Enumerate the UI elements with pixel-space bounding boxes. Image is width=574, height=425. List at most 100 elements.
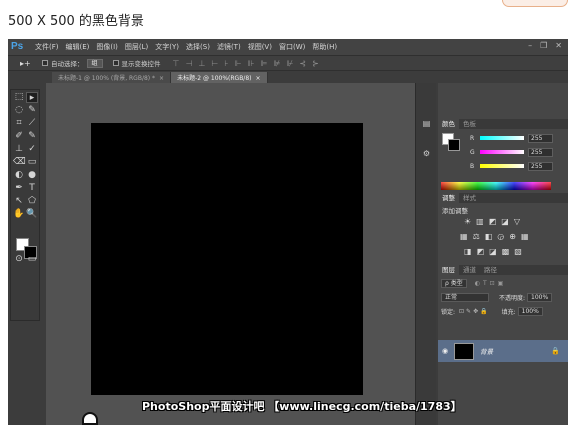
menu-file[interactable]: 文件(F) [35, 42, 59, 52]
adjustment-row1-1-icon[interactable]: ▥ [476, 217, 484, 226]
adjustment-row2-3-icon[interactable]: ◶ [497, 232, 504, 241]
filter-icons[interactable]: ◐T⊡▣ [475, 280, 507, 287]
lock-icons[interactable]: ⊡✎✥🔒 [459, 308, 490, 315]
adjustment-row3-4-icon[interactable]: ▧ [514, 247, 522, 256]
align-icon[interactable]: ⊮ [286, 59, 293, 68]
r-value-field[interactable]: 255 [528, 133, 553, 143]
align-icon[interactable]: ⊱ [312, 59, 319, 68]
menu-view[interactable]: 视图(V) [248, 42, 272, 52]
document-canvas[interactable] [91, 123, 363, 395]
tool-17-icon[interactable]: ⬠ [26, 196, 38, 207]
adjustment-row2-5-icon[interactable]: ▦ [521, 232, 529, 241]
restore-icon[interactable]: ❐ [540, 41, 547, 50]
tab-styles[interactable]: 样式 [459, 193, 480, 203]
align-icon[interactable]: ⊦ [224, 59, 228, 68]
canvas-area[interactable] [46, 83, 415, 425]
menu-filter[interactable]: 滤镜(T) [217, 42, 241, 52]
tab-document-1[interactable]: 未标题-1 @ 100% (背景, RGB/8) * × [52, 72, 172, 83]
b-slider[interactable] [480, 164, 524, 168]
close-tab-icon[interactable]: × [255, 75, 260, 82]
align-icon[interactable]: ⊰ [299, 59, 306, 68]
tab-swatches[interactable]: 色板 [459, 119, 480, 129]
tab-color[interactable]: 颜色 [438, 119, 459, 129]
tab-layers[interactable]: 图层 [438, 265, 459, 275]
adjustment-row1-2-icon[interactable]: ◩ [489, 217, 497, 226]
adjustment-row1-4-icon[interactable]: ▽ [514, 217, 520, 226]
tool-11-icon[interactable]: ▭ [26, 157, 38, 168]
fill-field[interactable]: 100% [517, 306, 543, 316]
tab-paths[interactable]: 路径 [480, 265, 501, 275]
tool-4-icon[interactable]: ⌗ [13, 118, 25, 129]
tool-7-icon[interactable]: ✎ [26, 131, 38, 142]
minimize-icon[interactable]: – [528, 41, 532, 50]
adjustment-row1-0-icon[interactable]: ☀ [464, 217, 471, 226]
tool-14-icon[interactable]: ✒ [13, 183, 25, 194]
close-icon[interactable]: ✕ [555, 41, 562, 50]
menu-image[interactable]: 图像(I) [96, 42, 118, 52]
adjustment-row3-0-icon[interactable]: ◨ [464, 247, 472, 256]
opacity-field[interactable]: 100% [527, 292, 553, 302]
tool-10-icon[interactable]: ⌫ [13, 157, 26, 168]
tab-channels[interactable]: 通道 [459, 265, 480, 275]
menu-edit[interactable]: 编辑(E) [66, 42, 90, 52]
show-transform-checkbox[interactable] [112, 60, 119, 66]
align-icon[interactable]: ⊯ [273, 59, 280, 68]
tool-18-icon[interactable]: ✋ [13, 209, 25, 220]
align-icon[interactable]: ⊫ [261, 59, 268, 68]
adjustment-row2-2-icon[interactable]: ◧ [485, 232, 493, 241]
visibility-eye-icon[interactable]: ◉ [438, 347, 452, 355]
move-tool-icon[interactable]: ▸+ [8, 59, 38, 68]
auto-select-dropdown[interactable]: 组 [86, 58, 103, 68]
history-icon[interactable]: ▤ [420, 119, 433, 131]
menu-window[interactable]: 窗口(W) [279, 42, 305, 52]
align-icon[interactable]: ⊢ [211, 59, 218, 68]
tab-adjustments[interactable]: 调整 [438, 193, 459, 203]
align-icon[interactable]: ⊪ [248, 59, 255, 68]
tool-15-icon[interactable]: T [26, 183, 38, 194]
tool-2-icon[interactable]: ◌ [13, 105, 25, 116]
align-icon[interactable]: ⊤ [173, 59, 180, 68]
auto-select-checkbox[interactable] [42, 60, 48, 66]
adjustment-row3-1-icon[interactable]: ◩ [477, 247, 485, 256]
tool-6-icon[interactable]: ✐ [13, 131, 25, 142]
adjustment-row3-2-icon[interactable]: ◪ [489, 247, 497, 256]
align-icon[interactable]: ⊥ [198, 59, 205, 68]
menu-type[interactable]: 文字(Y) [155, 42, 179, 52]
tool-0-icon[interactable]: ⬚ [13, 92, 25, 103]
color-row-b: B 255 [470, 161, 553, 171]
color-spectrum[interactable] [441, 182, 551, 190]
layer-kind-filter[interactable]: ρ 类型 [441, 278, 467, 288]
tool-20-icon[interactable]: ⊙ [13, 254, 25, 265]
tool-5-icon[interactable]: ⟋ [26, 118, 38, 129]
properties-icon[interactable]: ⚙ [420, 149, 433, 161]
align-icon[interactable]: ⊣ [185, 59, 192, 68]
menu-help[interactable]: 帮助(H) [312, 42, 337, 52]
tool-21-icon[interactable]: ▭ [26, 254, 38, 265]
tool-1-icon[interactable]: ▸ [26, 92, 38, 103]
tool-8-icon[interactable]: ⊥ [13, 144, 25, 155]
adjustment-row1-3-icon[interactable]: ◪ [501, 217, 509, 226]
tool-19-icon[interactable]: 🔍 [26, 209, 38, 220]
close-tab-icon[interactable]: × [159, 75, 164, 82]
g-slider[interactable] [480, 150, 524, 154]
tool-9-icon[interactable]: ✓ [26, 144, 38, 155]
g-value-field[interactable]: 255 [528, 147, 553, 157]
panel-bg-swatch[interactable] [448, 139, 460, 151]
r-slider[interactable] [480, 136, 524, 140]
align-icon[interactable]: ⊩ [235, 59, 242, 68]
adjustment-row2-0-icon[interactable]: ▦ [460, 232, 468, 241]
menu-layer[interactable]: 图层(L) [125, 42, 148, 52]
tab-document-2[interactable]: 未标题-2 @ 100%(RGB/8) × [171, 72, 268, 83]
menu-select[interactable]: 选择(S) [186, 42, 210, 52]
site-logo-fragment [502, 0, 568, 7]
adjustment-row2-4-icon[interactable]: ⊕ [509, 232, 516, 241]
tool-16-icon[interactable]: ↖ [13, 196, 25, 207]
adjustment-row2-1-icon[interactable]: ⚖ [473, 232, 480, 241]
blend-mode-select[interactable]: 正常 [441, 292, 489, 302]
tool-13-icon[interactable]: ● [26, 170, 38, 181]
b-value-field[interactable]: 255 [528, 161, 553, 171]
adjustment-row3-3-icon[interactable]: ▩ [502, 247, 510, 256]
layer-row-background[interactable]: ◉ 背景 🔒 [438, 340, 568, 362]
tool-12-icon[interactable]: ◐ [13, 170, 25, 181]
tool-3-icon[interactable]: ✎ [26, 105, 38, 116]
